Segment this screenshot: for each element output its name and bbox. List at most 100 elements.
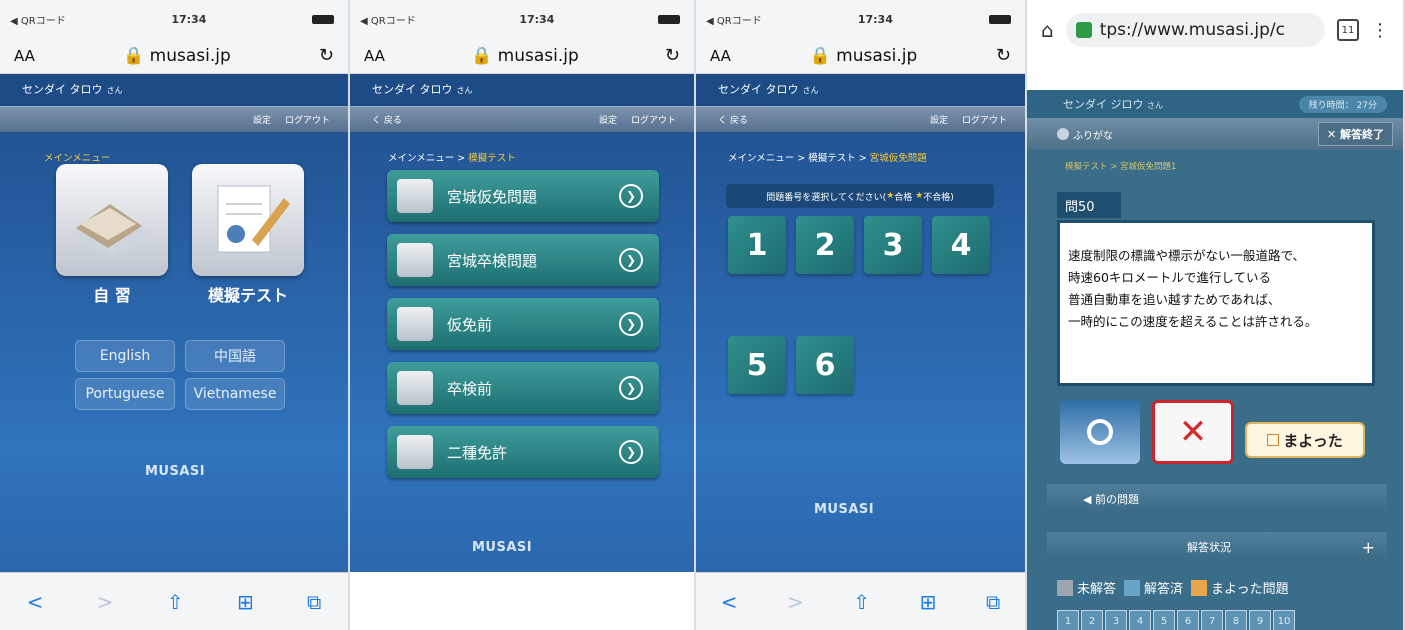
address-bar[interactable]: AA 🔒 musasi.jp ↻ (696, 38, 1025, 74)
menu-item-before-karimen[interactable]: 仮免前 ❯ (387, 298, 659, 350)
status-cell-7[interactable]: 7 (1201, 610, 1223, 630)
musasi-logo: MUSASI (814, 502, 875, 517)
status-cell-2[interactable]: 2 (1081, 610, 1103, 630)
tabs-icon[interactable]: ⧉ (307, 590, 321, 614)
prev-question-button[interactable]: ◀ 前の問題 (1047, 484, 1387, 514)
answer-true-button[interactable] (1060, 400, 1140, 464)
url-display[interactable]: 🔒 musasi.jp (471, 46, 579, 66)
answer-status-label: 解答状況 (1187, 541, 1231, 554)
logout-link[interactable]: ログアウト (962, 113, 1007, 126)
forward-icon[interactable]: > (97, 590, 114, 614)
status-cell-10[interactable]: 10 (1273, 610, 1295, 630)
study-label[interactable]: 自 習 (56, 282, 168, 306)
question-number-5[interactable]: 5 (728, 336, 786, 394)
url-display[interactable]: 🔒 musasi.jp (123, 46, 231, 66)
chevron-right-icon: ❯ (619, 440, 643, 464)
chevron-right-icon: ❯ (619, 184, 643, 208)
menu-item-miyagi-karimen[interactable]: 宮城仮免問題 ❯ (387, 170, 659, 222)
back-icon[interactable]: < (721, 590, 738, 614)
legend-answered: 解答済 (1124, 578, 1183, 597)
status-bar: ◀ QRコード 17:34 (350, 0, 694, 38)
expand-plus-icon[interactable]: + (1362, 538, 1375, 557)
battery-icon (989, 14, 1011, 24)
share-icon[interactable]: ⇧ (853, 590, 870, 614)
tab-count-button[interactable]: 11 (1337, 19, 1359, 41)
logout-link[interactable]: ログアウト (631, 113, 676, 126)
home-icon[interactable]: ⌂ (1041, 18, 1054, 42)
select-question-bar: 問題番号を選択してください(★ 合格 ★ 不合格) (726, 184, 994, 208)
reload-icon[interactable]: ↻ (665, 45, 680, 66)
answer-status-bar[interactable]: 解答状況 + (1047, 532, 1387, 562)
status-cell-8[interactable]: 8 (1225, 610, 1247, 630)
menu-item-second-class[interactable]: 二種免許 ❯ (387, 426, 659, 478)
toggle-icon (1057, 128, 1069, 140)
musasi-logo: MUSASI (472, 540, 533, 555)
legend-swatch (1124, 580, 1141, 596)
user-name: センダイ タロウ さん (696, 74, 1025, 106)
more-menu-icon[interactable]: ⋮ (1371, 20, 1389, 41)
settings-link[interactable]: 設定 (253, 113, 271, 126)
lang-portuguese-button[interactable]: Portuguese (75, 378, 175, 410)
settings-link[interactable]: 設定 (930, 113, 948, 126)
unsure-checkbox[interactable]: まよった (1245, 422, 1365, 458)
menu-item-miyagi-sotsuken[interactable]: 宮城卒検問題 ❯ (387, 234, 659, 286)
secure-site-icon (1075, 22, 1092, 38)
text-size-button[interactable]: AA (364, 47, 385, 65)
nav-bar: 設定 ログアウト (0, 106, 348, 132)
forward-icon[interactable]: > (787, 590, 804, 614)
bookmarks-icon[interactable]: ⊞ (920, 590, 937, 614)
answer-false-button[interactable]: ✕ (1152, 400, 1234, 464)
checkbox-icon (1267, 434, 1280, 446)
settings-link[interactable]: 設定 (599, 113, 617, 126)
bookmarks-icon[interactable]: ⊞ (237, 590, 254, 614)
status-cell-5[interactable]: 5 (1153, 610, 1175, 630)
url-display[interactable]: 🔒 musasi.jp (810, 46, 918, 66)
breadcrumb: メインメニュー (44, 153, 111, 164)
question-number-6[interactable]: 6 (796, 336, 854, 394)
mock-test-icon[interactable] (192, 164, 304, 276)
battery-icon (658, 14, 680, 24)
lang-vietnamese-button[interactable]: Vietnamese (185, 378, 285, 410)
carrier-label: ◀ QRコード (10, 15, 66, 27)
address-bar[interactable]: AA 🔒 musasi.jp ↻ (350, 38, 694, 74)
back-link[interactable]: く 戻る (714, 113, 748, 126)
user-header: センダイ ジロウ さん 残り時間： 27分 (1027, 90, 1403, 118)
user-name: センダイ タロウ さん (0, 74, 348, 106)
lang-chinese-button[interactable]: 中国語 (185, 340, 285, 372)
logout-link[interactable]: ログアウト (285, 113, 330, 126)
question-number-2[interactable]: 2 (796, 216, 854, 274)
test-paper-icon (397, 243, 433, 277)
menu-item-before-sotsuken[interactable]: 卒検前 ❯ (387, 362, 659, 414)
carrier-label: ◀ QRコード (360, 15, 416, 27)
status-cell-9[interactable]: 9 (1249, 610, 1271, 630)
question-number-1[interactable]: 1 (728, 216, 786, 274)
furigana-toggle[interactable]: ふりがな (1057, 127, 1113, 142)
back-link[interactable]: く 戻る (368, 113, 402, 126)
test-paper-icon (397, 307, 433, 341)
status-cell-4[interactable]: 4 (1129, 610, 1151, 630)
question-line-1: 速度制限の標識や標示がない一般道路で、 (1068, 248, 1306, 263)
carrier-label: ◀ QRコード (706, 15, 762, 27)
share-icon[interactable]: ⇧ (167, 590, 184, 614)
end-answer-button[interactable]: ✕ 解答終了 (1317, 122, 1393, 146)
lang-english-button[interactable]: English (75, 340, 175, 372)
address-bar[interactable]: AA 🔒 musasi.jp ↻ (0, 38, 348, 74)
chrome-address-bar: ⌂ tps://www.musasi.jp/c 11 ⋮ (1027, 0, 1403, 60)
status-cell-6[interactable]: 6 (1177, 610, 1199, 630)
url-field[interactable]: tps://www.musasi.jp/c (1065, 13, 1325, 47)
status-cell-1[interactable]: 1 (1057, 610, 1079, 630)
question-number-3[interactable]: 3 (864, 216, 922, 274)
remaining-time: 残り時間： 27分 (1298, 95, 1387, 113)
test-paper-icon (397, 371, 433, 405)
reload-icon[interactable]: ↻ (996, 45, 1011, 66)
user-name: センダイ タロウ さん (350, 74, 694, 106)
tabs-icon[interactable]: ⧉ (986, 590, 1000, 614)
mock-test-label[interactable]: 模擬テスト (192, 282, 304, 306)
text-size-button[interactable]: AA (710, 47, 731, 65)
status-cell-3[interactable]: 3 (1105, 610, 1127, 630)
study-book-icon[interactable] (56, 164, 168, 276)
question-number-4[interactable]: 4 (932, 216, 990, 274)
reload-icon[interactable]: ↻ (319, 45, 334, 66)
back-icon[interactable]: < (27, 590, 44, 614)
text-size-button[interactable]: AA (14, 47, 35, 65)
